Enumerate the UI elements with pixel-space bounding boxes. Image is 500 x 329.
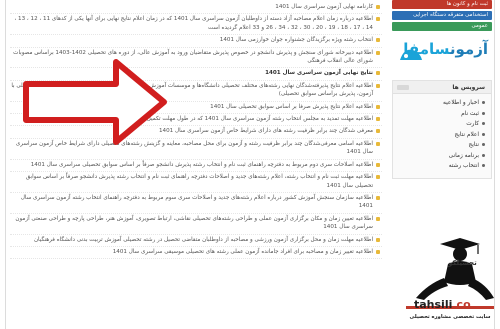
bullet-icon (376, 83, 380, 88)
bullet-icon (376, 129, 380, 134)
services-list: اخبار و اطلاعیه ثبت نام کارت اعلام نتایج… (393, 94, 491, 178)
dot-icon (482, 111, 485, 115)
bullet-icon (376, 71, 380, 76)
dot-icon (482, 164, 485, 167)
news-item[interactable]: اطلاعیه مهلت زمان و محل برگزاری آزمون ور… (10, 235, 382, 247)
news-link[interactable]: اطلاعیه تغییر زمان و مصاحبه برای افراد ج… (113, 248, 373, 256)
watermark-fa-name: تحصیلکو (448, 259, 477, 267)
sidebar-top-link[interactable]: استخدامی متفرقه دستگاه اجرایی (392, 11, 492, 20)
news-link[interactable]: انتخاب رشته ویژه برگزیدگان جشنواره جوان … (220, 36, 373, 44)
services-panel: سرویس ها اخبار و اطلاعیه ثبت نام کارت اع… (392, 80, 492, 179)
bullet-icon (376, 249, 380, 254)
service-item[interactable]: کارت (393, 119, 485, 130)
bullet-icon (376, 5, 380, 9)
service-item-label[interactable]: اعلام نتایج (455, 132, 479, 138)
logo-text-b: سامفا (403, 40, 450, 58)
news-link[interactable]: معرفی شدگان چند برابر ظرفیت رشته های دار… (159, 127, 373, 135)
news-link[interactable]: اطلاعیه اصلاحات سری دوم مربوط به دفترچه … (31, 161, 373, 169)
service-item[interactable]: نتایج (393, 140, 485, 151)
red-arrow-icon (23, 59, 167, 145)
dot-icon (482, 122, 485, 125)
service-item[interactable]: اخبار و اطلاعیه (393, 98, 485, 109)
service-item[interactable]: اعلام نتایج (393, 130, 485, 141)
service-item-label[interactable]: اخبار و اطلاعیه (443, 100, 479, 106)
sidebar-top-link[interactable]: عمومی (392, 22, 492, 31)
bullet-icon (376, 117, 380, 122)
news-link[interactable]: اطلاعیه سازمان سنجش آموزش کشور درباره اع… (10, 194, 373, 211)
news-item[interactable]: اطلاعیه اصلاحات سری دوم مربوط به دفترچه … (10, 160, 382, 173)
service-item-label[interactable]: برنامه زمانی (449, 153, 479, 159)
service-item[interactable]: انتخاب رشته (393, 161, 485, 172)
bullet-icon (376, 141, 380, 146)
dot-icon (482, 153, 485, 157)
service-item-label[interactable]: نتایج (469, 142, 479, 148)
bullet-icon (376, 17, 380, 22)
news-link[interactable]: اطلاعیه اعلام نتایج پذیرش صرفا بر اساس س… (210, 103, 373, 111)
dot-icon (482, 101, 485, 104)
news-item[interactable]: اطلاعیه تغییر زمان و مصاحبه برای افراد ج… (10, 247, 382, 260)
news-item[interactable]: اطلاعیه تعیین زمان و مکان برگزاری آزمون … (10, 214, 382, 235)
bullet-icon (376, 38, 380, 43)
news-link[interactable]: اطلاعیه تعیین زمان و مکان برگزاری آزمون … (10, 215, 373, 232)
service-item[interactable]: ثبت نام (393, 109, 485, 120)
news-item[interactable]: اطلاعیه درباره زمان اعلام مصاحبه آزاد دس… (10, 14, 382, 36)
watermark-logo: tahsili.co (414, 298, 471, 311)
dot-icon (482, 132, 485, 136)
service-item-label[interactable]: انتخاب رشته (449, 163, 479, 169)
sidebar-top-link[interactable]: ثبت نام و کانون ها (392, 0, 492, 9)
bullet-icon (376, 162, 380, 167)
news-item[interactable]: انتخاب رشته ویژه برگزیدگان جشنواره جوان … (10, 35, 382, 48)
dot-icon (482, 143, 485, 146)
news-link[interactable]: اطلاعیه درباره زمان اعلام مصاحبه آزاد دس… (10, 15, 373, 32)
site-logo[interactable]: آزمونسامفا (394, 38, 490, 76)
news-link[interactable]: اطلاعیه مهلت ثبت نام و انتخاب رشته، اعلا… (10, 173, 373, 190)
bullet-icon (376, 175, 380, 180)
bullet-icon (376, 216, 380, 221)
watermark-logo-b: .co (452, 298, 471, 311)
logo-text: آزمونسامفا (403, 40, 488, 58)
watermark-logo-a: tahsili (414, 298, 453, 311)
service-item[interactable]: برنامه زمانی (393, 151, 485, 162)
news-item[interactable]: اطلاعیه سازمان سنجش آموزش کشور درباره اع… (10, 193, 382, 214)
collapse-icon[interactable] (397, 85, 409, 90)
news-column: کارنامه نهایی آزمون سراسری سال 1401 اطلا… (10, 0, 382, 329)
service-item-label[interactable]: کارت (466, 121, 479, 127)
logo-text-a: آزمون (449, 40, 488, 58)
services-title: سرویس ها (452, 84, 485, 91)
services-header: سرویس ها (393, 81, 491, 94)
bullet-icon (376, 50, 380, 55)
news-link[interactable]: اطلاعیه مهلت زمان و محل برگزاری آزمون ور… (34, 236, 373, 244)
news-item[interactable]: اطلاعیه مهلت ثبت نام و انتخاب رشته، اعلا… (10, 172, 382, 193)
watermark: تحصیلکو tahsili.co سایت تخصصی مشاوره تحص… (398, 238, 498, 329)
news-link[interactable]: نتایج نهایی آزمون سراسری سال 1401 (265, 69, 373, 77)
bullet-icon (376, 237, 380, 242)
news-link[interactable]: کارنامه نهایی آزمون سراسری سال 1401 (275, 3, 373, 11)
bullet-icon (376, 195, 380, 200)
watermark-caption: سایت تخصصی مشاوره تحصیلی (409, 314, 491, 320)
bullet-icon (376, 104, 380, 109)
news-item[interactable]: کارنامه نهایی آزمون سراسری سال 1401 (10, 2, 382, 15)
service-item-label[interactable]: ثبت نام (461, 111, 479, 117)
